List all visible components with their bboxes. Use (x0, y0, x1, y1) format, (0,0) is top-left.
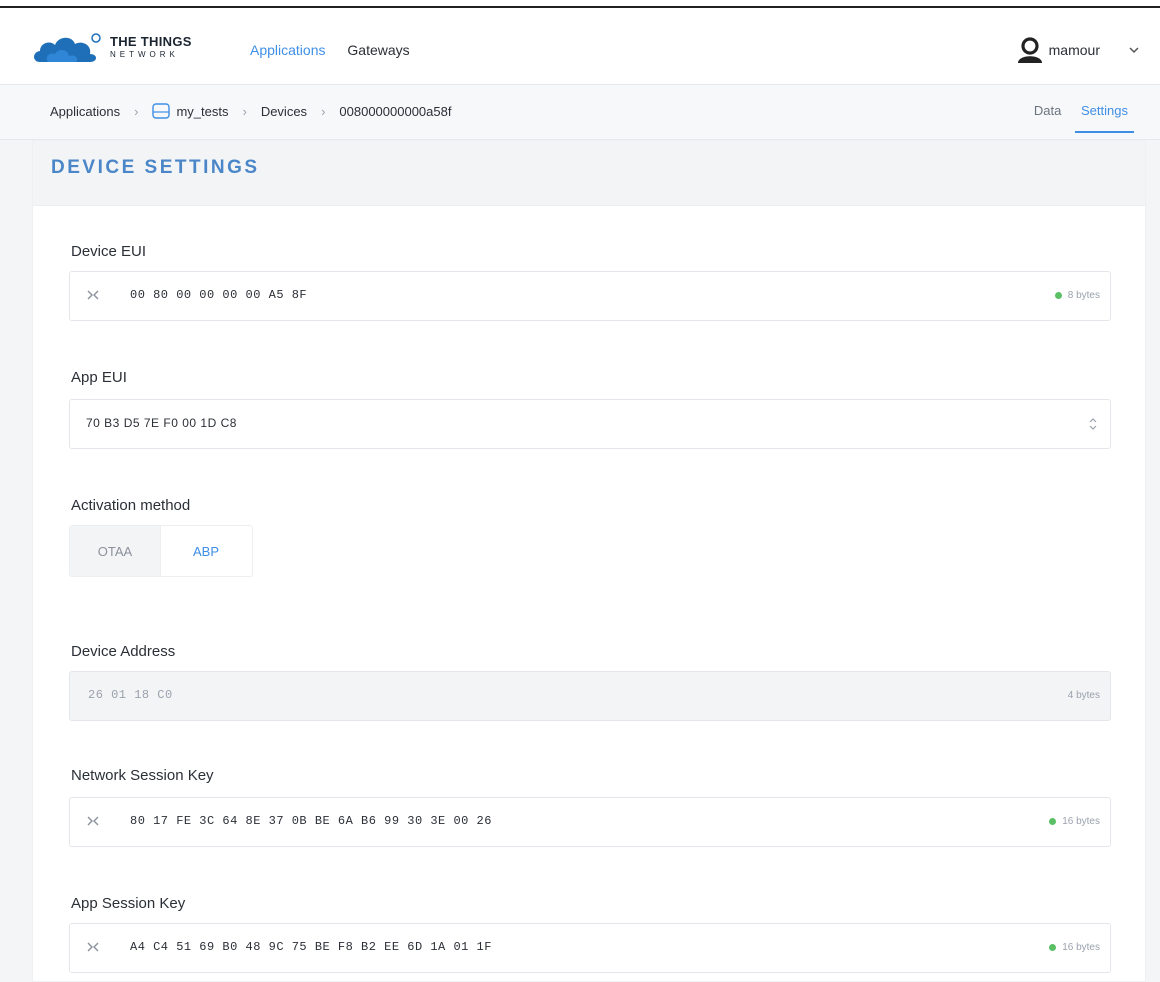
activation-method-label: Activation method (71, 497, 191, 514)
main-nav: Applications Gateways (250, 42, 428, 58)
user-name: mamour (1048, 42, 1100, 58)
page-title: DEVICE SETTINGS (51, 157, 260, 178)
device-address-label: Device Address (71, 643, 176, 660)
app-eui-select[interactable]: 70 B3 D5 7E F0 00 1D C8 (69, 399, 1111, 449)
app-eui-value: 70 B3 D5 7E F0 00 1D C8 (86, 416, 237, 430)
device-tabs: Data Settings (1018, 103, 1128, 118)
app-eui-label: App EUI (71, 369, 127, 386)
top-header: THE THINGS NETWORK Applications Gateways… (0, 8, 1160, 85)
valid-status-icon (1049, 944, 1057, 951)
app-session-key-value: A4 C4 51 69 B0 48 9C 75 BE F8 B2 EE 6D 1… (130, 940, 492, 954)
select-arrows-icon[interactable] (1088, 414, 1098, 434)
chevron-down-icon[interactable] (1128, 44, 1140, 56)
breadcrumb-separator: › (242, 103, 247, 119)
device-eui-field[interactable]: 00 80 00 00 00 00 A5 8F 8 bytes (69, 271, 1111, 321)
nav-gateways[interactable]: Gateways (347, 42, 409, 58)
app-session-key-label: App Session Key (71, 895, 186, 912)
tab-data[interactable]: Data (1034, 103, 1061, 118)
device-address-value: 26 01 18 C0 (88, 688, 173, 702)
brand-name-bottom: NETWORK (110, 50, 179, 59)
nav-applications[interactable]: Applications (250, 42, 326, 58)
device-eui-label: Device EUI (71, 243, 147, 260)
network-session-key-value: 80 17 FE 3C 64 8E 37 0B BE 6A B6 99 30 3… (130, 814, 492, 828)
card-header: DEVICE SETTINGS (33, 141, 1145, 206)
device-eui-value: 00 80 00 00 00 00 A5 8F (130, 288, 308, 302)
breadcrumb-separator: › (134, 103, 139, 119)
breadcrumb-bar: Applications › my_tests › Devices › 0080… (0, 85, 1160, 140)
breadcrumb-separator: › (321, 103, 326, 119)
breadcrumb-device-id[interactable]: 008000000000a58f (339, 104, 451, 119)
swap-byte-order-icon[interactable] (86, 288, 100, 302)
device-settings-card: DEVICE SETTINGS Device EUI 00 80 00 00 0… (32, 140, 1146, 982)
valid-status-icon (1049, 818, 1057, 825)
top-border (0, 0, 1160, 8)
tab-settings[interactable]: Settings (1081, 103, 1128, 118)
byte-count-badge: 4 bytes (1067, 690, 1100, 701)
application-icon (152, 103, 171, 119)
cloud-logo-icon (34, 33, 101, 62)
breadcrumb-devices[interactable]: Devices (261, 104, 307, 119)
ttn-logo[interactable]: THE THINGS NETWORK (30, 30, 210, 70)
byte-count-badge: 8 bytes (1054, 290, 1100, 301)
activation-abp-option[interactable]: ABP (161, 526, 251, 576)
user-menu[interactable]: mamour (1017, 36, 1140, 64)
breadcrumb: Applications › my_tests › Devices › 0080… (50, 103, 451, 119)
activation-method-toggle: OTAA ABP (69, 525, 253, 577)
brand-name-top: THE THINGS (110, 34, 192, 49)
device-address-field: 26 01 18 C0 4 bytes (69, 671, 1111, 721)
breadcrumb-applications[interactable]: Applications (50, 104, 120, 119)
swap-byte-order-icon[interactable] (86, 940, 100, 954)
breadcrumb-app[interactable]: my_tests (176, 104, 228, 119)
app-session-key-field[interactable]: A4 C4 51 69 B0 48 9C 75 BE F8 B2 EE 6D 1… (69, 923, 1111, 973)
byte-count-badge: 16 bytes (1049, 942, 1100, 953)
byte-count-badge: 16 bytes (1049, 816, 1100, 827)
network-session-key-field[interactable]: 80 17 FE 3C 64 8E 37 0B BE 6A B6 99 30 3… (69, 797, 1111, 847)
valid-status-icon (1054, 292, 1062, 299)
activation-otaa-option[interactable]: OTAA (70, 526, 161, 576)
swap-byte-order-icon[interactable] (86, 814, 100, 828)
network-session-key-label: Network Session Key (71, 767, 214, 784)
user-avatar-icon (1017, 37, 1042, 63)
